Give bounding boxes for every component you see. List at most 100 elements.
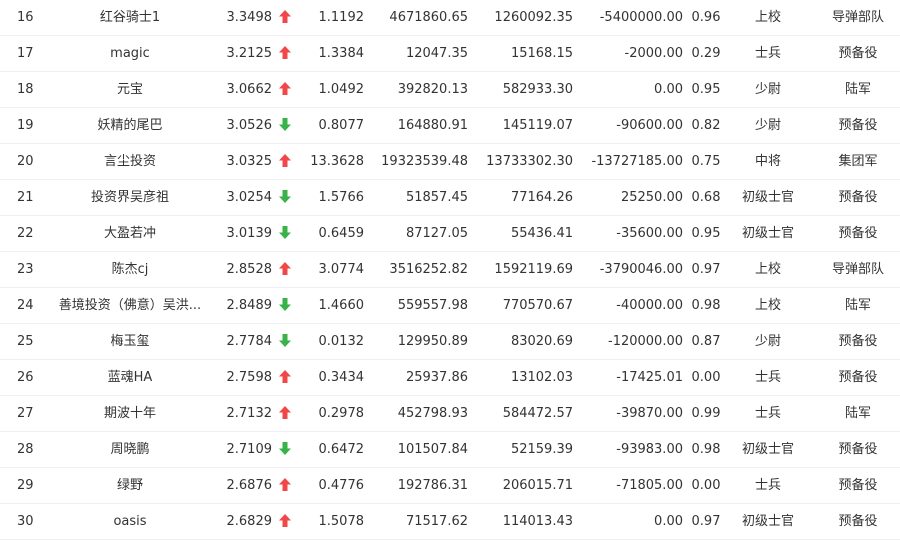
- value-cell: 206015.71: [502, 478, 573, 493]
- change-cell: -35600.00: [616, 226, 683, 241]
- ratio-cell: 0.4776: [318, 478, 365, 493]
- rank-cell: 21: [17, 190, 34, 205]
- level-badge: 初级士官: [741, 514, 794, 529]
- score-cell: 3.2125: [226, 46, 273, 61]
- trader-name[interactable]: magic: [50, 36, 210, 71]
- rank-cell: 23: [17, 262, 34, 277]
- value-cell: 452798.93: [397, 406, 468, 421]
- trader-name[interactable]: oasis: [50, 504, 210, 539]
- value-cell: 13102.03: [510, 370, 573, 385]
- table-row[interactable]: 24 善境投资（佛意）吴洪... 2.8489 1.4660 559557.98 7705…: [0, 288, 900, 324]
- value-cell: 55436.41: [510, 226, 573, 241]
- trend-cell: [278, 504, 292, 539]
- rank-cell: 30: [17, 514, 34, 529]
- rank-cell: 20: [17, 154, 34, 169]
- trader-name[interactable]: 红谷骑士1: [50, 0, 210, 35]
- table-row[interactable]: 30 oasis 2.6829 1.5078 71517.62 114013.43 0.00…: [0, 504, 900, 540]
- rate-cell: 0.29: [691, 46, 721, 61]
- trend-cell: [278, 396, 292, 431]
- table-row[interactable]: 27 期波十年 2.7132 0.2978 452798.93 584472.57 -398…: [0, 396, 900, 432]
- ratio-cell: 1.0492: [318, 82, 365, 97]
- change-cell: -13727185.00: [591, 154, 683, 169]
- level-badge: 少尉: [754, 118, 781, 133]
- table-row[interactable]: 28 周晓鹏 2.7109 0.6472 101507.84 52159.39 -93983…: [0, 432, 900, 468]
- trader-name[interactable]: 绿野: [50, 468, 210, 503]
- table-row[interactable]: 21 投资界吴彦祖 3.0254 1.5766 51857.45 77164.26 2525…: [0, 180, 900, 216]
- value-cell: 559557.98: [397, 298, 468, 313]
- ratio-cell: 0.3434: [318, 370, 365, 385]
- table-row[interactable]: 20 言尘投资 3.0325 13.3628 19323539.48 13733302.3…: [0, 144, 900, 180]
- unit-cell: 陆军: [844, 406, 871, 421]
- trend-cell: [278, 432, 292, 467]
- arrow-down-icon: [279, 333, 291, 349]
- level-badge: 士兵: [754, 46, 781, 61]
- ratio-cell: 1.1192: [318, 10, 365, 25]
- change-cell: -93983.00: [616, 442, 683, 457]
- table-row[interactable]: 18 元宝 3.0662 1.0492 392820.13 582933.30 0.00 0.…: [0, 72, 900, 108]
- trader-name[interactable]: 善境投资（佛意）吴洪...: [50, 288, 210, 323]
- table-row[interactable]: 22 大盈若冲 3.0139 0.6459 87127.05 55436.41 -35600…: [0, 216, 900, 252]
- value-cell: 19323539.48: [381, 154, 468, 169]
- value-cell: 129950.89: [397, 334, 468, 349]
- trader-name[interactable]: 妖精的尾巴: [50, 108, 210, 143]
- value-cell: 164880.91: [397, 118, 468, 133]
- trend-cell: [278, 36, 292, 71]
- level-badge: 上校: [754, 298, 781, 313]
- rank-cell: 25: [17, 334, 34, 349]
- level-badge: 少尉: [754, 334, 781, 349]
- rate-cell: 0.95: [691, 82, 721, 97]
- level-badge: 上校: [754, 10, 781, 25]
- table-row[interactable]: 26 蓝魂HA 2.7598 0.3434 25937.86 13102.03 -17425…: [0, 360, 900, 396]
- rate-cell: 0.98: [691, 442, 721, 457]
- unit-cell: 陆军: [844, 298, 871, 313]
- unit-cell: 预备役: [838, 334, 878, 349]
- trader-name[interactable]: 梅玉玺: [50, 324, 210, 359]
- score-cell: 2.7784: [226, 334, 273, 349]
- unit-cell: 预备役: [838, 226, 878, 241]
- table-row[interactable]: 25 梅玉玺 2.7784 0.0132 129950.89 83020.69 -12000…: [0, 324, 900, 360]
- ratio-cell: 1.5766: [318, 190, 365, 205]
- table-row[interactable]: 19 妖精的尾巴 3.0526 0.8077 164880.91 145119.07 -90…: [0, 108, 900, 144]
- rank-cell: 22: [17, 226, 34, 241]
- ratio-cell: 0.2978: [318, 406, 365, 421]
- unit-cell: 陆军: [844, 82, 871, 97]
- arrow-up-icon: [279, 477, 291, 493]
- value-cell: 114013.43: [502, 514, 573, 529]
- ratio-cell: 1.4660: [318, 298, 365, 313]
- score-cell: 3.0139: [226, 226, 273, 241]
- unit-cell: 预备役: [838, 514, 878, 529]
- score-cell: 2.8528: [226, 262, 273, 277]
- trend-cell: [278, 324, 292, 359]
- value-cell: 584472.57: [502, 406, 573, 421]
- trader-name[interactable]: 周晓鹏: [50, 432, 210, 467]
- trader-name[interactable]: 期波十年: [50, 396, 210, 431]
- arrow-down-icon: [279, 441, 291, 457]
- table-row[interactable]: 23 陈杰cj 2.8528 3.0774 3516252.82 1592119.69 -3…: [0, 252, 900, 288]
- value-cell: 1260092.35: [494, 10, 573, 25]
- arrow-down-icon: [279, 189, 291, 205]
- trader-name[interactable]: 蓝魂HA: [50, 360, 210, 395]
- ratio-cell: 0.6459: [318, 226, 365, 241]
- trader-name[interactable]: 投资界吴彦祖: [50, 180, 210, 215]
- table-row[interactable]: 16 红谷骑士1 3.3498 1.1192 4671860.65 1260092.35 -…: [0, 0, 900, 36]
- change-cell: 25250.00: [620, 190, 683, 205]
- value-cell: 87127.05: [405, 226, 468, 241]
- arrow-up-icon: [279, 513, 291, 529]
- trader-name[interactable]: 大盈若冲: [50, 216, 210, 251]
- trader-name[interactable]: 言尘投资: [50, 144, 210, 179]
- score-cell: 3.3498: [226, 10, 273, 25]
- table-row[interactable]: 17 magic 3.2125 1.3384 12047.35 15168.15 -2000…: [0, 36, 900, 72]
- trend-cell: [278, 144, 292, 179]
- change-cell: -120000.00: [608, 334, 683, 349]
- unit-cell: 预备役: [838, 370, 878, 385]
- trader-name[interactable]: 元宝: [50, 72, 210, 107]
- table-row[interactable]: 29 绿野 2.6876 0.4776 192786.31 206015.71 -71805…: [0, 468, 900, 504]
- arrow-down-icon: [279, 225, 291, 241]
- rate-cell: 0.75: [691, 154, 721, 169]
- trader-name[interactable]: 陈杰cj: [50, 252, 210, 287]
- rate-cell: 0.97: [691, 514, 721, 529]
- unit-cell: 导弹部队: [831, 10, 884, 25]
- ratio-cell: 3.0774: [318, 262, 365, 277]
- level-badge: 上校: [754, 262, 781, 277]
- rank-cell: 18: [17, 82, 34, 97]
